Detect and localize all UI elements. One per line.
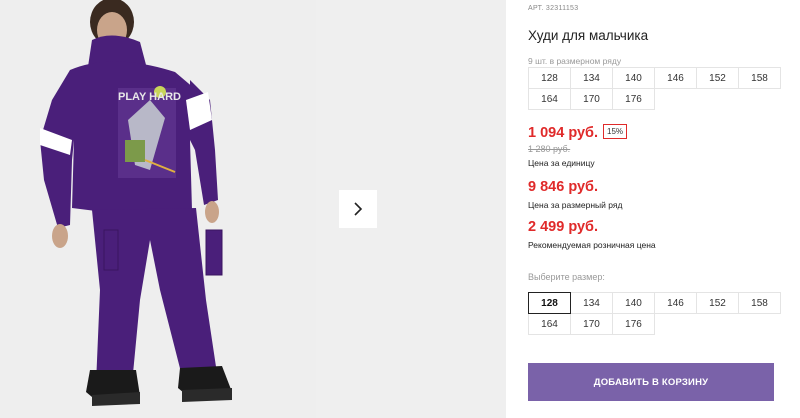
product-title: Худи для мальчика	[528, 28, 649, 43]
pack-size-176: 176	[612, 88, 655, 110]
size-option-164[interactable]: 164	[528, 313, 571, 335]
unit-price-row: 1 094 руб. 15%	[528, 124, 628, 142]
size-option-128[interactable]: 128	[528, 292, 571, 314]
size-option-158[interactable]: 158	[738, 292, 781, 314]
model-illustration: PLAY HARD	[0, 0, 316, 418]
gallery-next-button[interactable]	[339, 190, 377, 228]
pack-size-128: 128	[528, 67, 571, 89]
discount-badge: 15%	[603, 124, 628, 139]
pack-size-grid: 128 134 140 146 152 158 164 170 176	[528, 67, 781, 110]
size-option-152[interactable]: 152	[696, 292, 739, 314]
pack-size-164: 164	[528, 88, 571, 110]
choose-size-label: Выберите размер:	[528, 272, 605, 282]
size-option-176[interactable]: 176	[612, 313, 655, 335]
size-option-140[interactable]: 140	[612, 292, 655, 314]
size-option-146[interactable]: 146	[654, 292, 697, 314]
size-option-170[interactable]: 170	[570, 313, 613, 335]
svg-text:PLAY HARD: PLAY HARD	[118, 91, 181, 103]
size-option-134[interactable]: 134	[570, 292, 613, 314]
retail-price: 2 499 руб.	[528, 219, 599, 235]
row-price: 9 846 руб.	[528, 179, 599, 195]
row-price-label: Цена за размерный ряд	[528, 200, 623, 210]
article-number: АРТ. 32311153	[528, 5, 579, 12]
old-price: 1 280 руб.	[528, 144, 571, 154]
size-selector: 128 134 140 146 152 158 164 170 176	[528, 292, 781, 335]
pack-size-152: 152	[696, 67, 739, 89]
retail-price-label: Рекомендуемая розничная цена	[528, 240, 656, 250]
unit-price: 1 094 руб.	[528, 125, 599, 141]
product-photo[interactable]: PLAY HARD	[0, 0, 316, 418]
pack-size-140: 140	[612, 67, 655, 89]
pack-size-170: 170	[570, 88, 613, 110]
pack-size-134: 134	[570, 67, 613, 89]
pack-note: 9 шт. в размерном ряду	[528, 56, 622, 66]
pack-size-158: 158	[738, 67, 781, 89]
add-to-cart-button[interactable]: ДОБАВИТЬ В КОРЗИНУ	[528, 363, 774, 401]
unit-price-label: Цена за единицу	[528, 158, 595, 168]
pack-size-146: 146	[654, 67, 697, 89]
chevron-right-icon	[354, 202, 363, 216]
